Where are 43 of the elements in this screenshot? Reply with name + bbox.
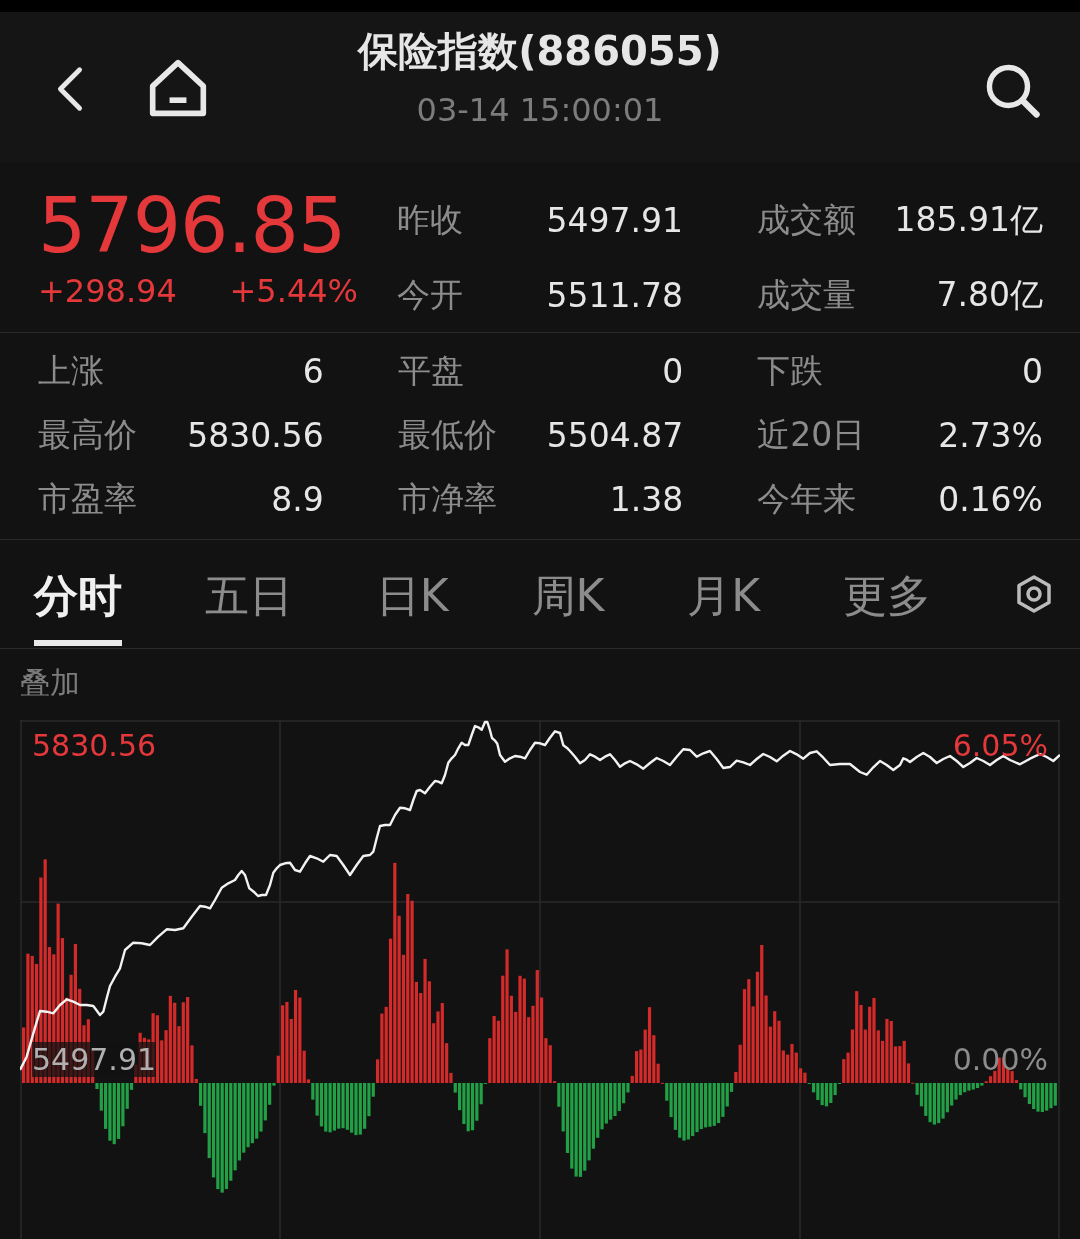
stat-label: 上涨 <box>38 349 104 392</box>
chart-tab[interactable]: 更多 <box>843 552 932 646</box>
current-price: 5796.85 <box>38 184 347 268</box>
stat-label: 最低价 <box>397 413 497 456</box>
stat-value: 6 <box>302 351 324 391</box>
stat-label: 今年来 <box>757 477 857 520</box>
stat-label: 平盘 <box>397 349 464 392</box>
stat-value: 5830.56 <box>187 415 324 455</box>
overlay-label[interactable]: 叠加 <box>20 663 80 704</box>
chart-tab[interactable]: 五日 <box>204 552 293 646</box>
stat-value: 5504.87 <box>546 415 684 455</box>
stat-value: 0.16% <box>938 479 1043 519</box>
high-percent-label: 6.05% <box>952 728 1048 763</box>
stat-value: 8.9 <box>271 479 324 519</box>
stat-value: 7.80亿 <box>936 274 1043 316</box>
stat-label: 市净率 <box>397 477 497 520</box>
stat-value: 185.91亿 <box>894 199 1043 241</box>
base-percent-label: 0.00% <box>952 1042 1048 1077</box>
stat-label: 最高价 <box>38 413 137 456</box>
timestamp: 03-14 15:00:01 <box>416 91 664 129</box>
chart-tab[interactable]: 分时 <box>34 552 122 646</box>
stat-value: 0 <box>662 351 684 391</box>
chart-tab[interactable]: 日K <box>375 552 449 646</box>
stat-value: 5497.91 <box>546 201 683 240</box>
stat-value: 1.38 <box>609 479 684 519</box>
stat-label: 今开 <box>397 274 463 316</box>
price-change: +298.94 <box>38 272 177 310</box>
stat-label: 成交量 <box>757 274 856 316</box>
percent-change: +5.44% <box>229 272 358 310</box>
stat-label: 昨收 <box>397 199 463 241</box>
stat-value: 2.73% <box>938 415 1043 455</box>
stat-label: 成交额 <box>757 199 856 241</box>
stat-value: 5511.78 <box>546 276 683 315</box>
stat-label: 下跌 <box>757 349 824 392</box>
stat-label: 市盈率 <box>38 477 137 520</box>
chart-tab[interactable]: 月K <box>687 552 761 646</box>
stat-value: 0 <box>1022 351 1043 391</box>
high-price-label: 5830.56 <box>32 728 157 763</box>
stat-label: 近20日 <box>757 413 866 456</box>
chart-tab[interactable]: 周K <box>531 552 605 646</box>
base-price-label: 5497.91 <box>32 1042 157 1077</box>
index-title: 保险指数(886055) <box>358 27 722 76</box>
search-icon[interactable] <box>984 62 1042 120</box>
